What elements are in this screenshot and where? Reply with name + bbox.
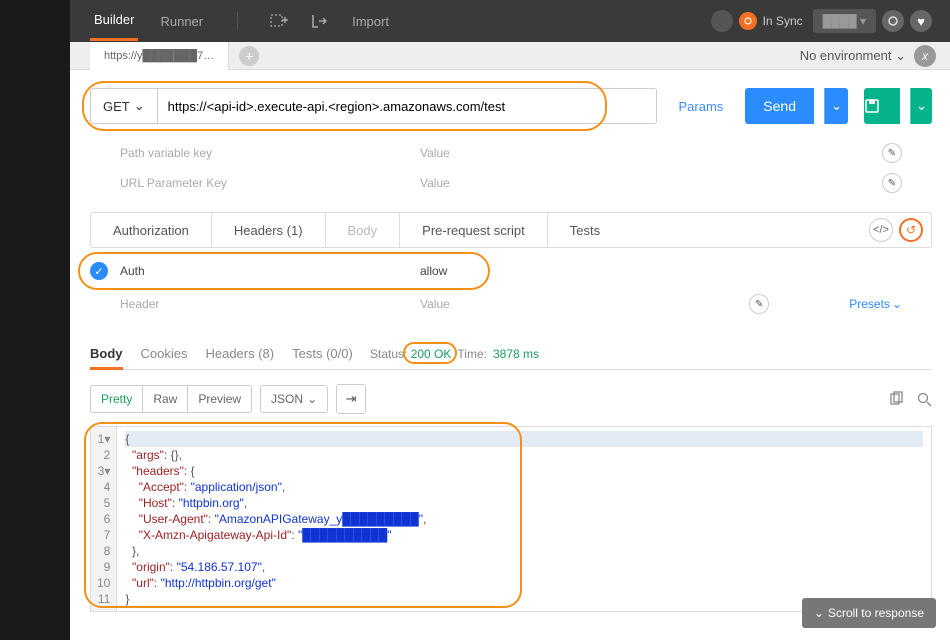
tab-prerequest[interactable]: Pre-request script <box>400 213 548 247</box>
chevron-down-icon: ⌄ <box>134 98 145 114</box>
new-collection-icon[interactable] <box>268 10 290 32</box>
code-icon[interactable]: </> <box>869 218 893 242</box>
edit-icon[interactable]: ✎ <box>749 294 769 314</box>
sync-icon <box>711 10 733 32</box>
http-method-selector[interactable]: GET⌄ <box>91 89 158 123</box>
user-menu[interactable]: ████ ▾ <box>813 9 876 33</box>
import-label[interactable]: Import <box>348 3 393 40</box>
env-vars-icon[interactable]: x <box>914 45 936 67</box>
status-label: Status: <box>370 347 407 361</box>
url-param-value-input[interactable]: Value <box>420 176 882 190</box>
header-value-input[interactable]: Value <box>420 297 749 311</box>
search-icon[interactable] <box>916 391 932 407</box>
format-selector[interactable]: JSON⌄ <box>260 385 328 413</box>
tab-tests[interactable]: Tests <box>548 213 622 247</box>
status-value: 200 OK <box>411 347 452 361</box>
url-param-key-input[interactable]: URL Parameter Key <box>120 176 420 190</box>
header-key-input[interactable]: Header <box>120 297 420 311</box>
response-tab-tests[interactable]: Tests (0/0) <box>292 346 353 361</box>
edit-icon[interactable]: ✎ <box>882 143 902 163</box>
runner-tab[interactable]: Runner <box>156 3 207 40</box>
response-tab-headers[interactable]: Headers (8) <box>205 346 274 361</box>
builder-tab[interactable]: Builder <box>90 1 138 41</box>
view-pretty[interactable]: Pretty <box>91 386 143 412</box>
send-dropdown[interactable]: ⌄ <box>824 88 848 124</box>
params-button[interactable]: Params <box>667 99 736 114</box>
time-label: Time: <box>457 347 487 361</box>
save-button[interactable] <box>864 88 900 124</box>
environment-selector[interactable]: No environment ⌄ <box>800 48 906 64</box>
response-body[interactable]: 1▾2 3▾4 5 6 7 8 9 10 11 { "args": {}, "h… <box>90 426 932 612</box>
tab-body[interactable]: Body <box>326 213 401 247</box>
copy-icon[interactable] <box>888 391 904 407</box>
tab-authorization[interactable]: Authorization <box>91 213 212 247</box>
path-var-key-input[interactable]: Path variable key <box>120 146 420 160</box>
reset-icon[interactable]: ↺ <box>899 218 923 242</box>
scroll-to-response-button[interactable]: ⌄Scroll to response <box>802 598 936 628</box>
chevron-down-icon: ⌄ <box>892 297 902 311</box>
heart-icon[interactable]: ♥ <box>910 10 932 32</box>
time-value: 3878 ms <box>493 347 539 361</box>
path-var-value-input[interactable]: Value <box>420 146 882 160</box>
wrap-lines-icon[interactable]: ⇥ <box>336 384 366 414</box>
header-key[interactable]: Auth <box>120 264 420 278</box>
view-preview[interactable]: Preview <box>188 386 251 412</box>
edit-icon[interactable]: ✎ <box>882 173 902 193</box>
tab-headers[interactable]: Headers (1) <box>212 213 326 247</box>
divider <box>237 12 238 30</box>
chevron-down-icon: ⌄ <box>307 392 317 406</box>
presets-button[interactable]: Presets⌄ <box>849 297 902 311</box>
chevron-down-icon: ⌄ <box>895 48 906 63</box>
sync-status: In Sync <box>705 10 803 32</box>
response-tab-body[interactable]: Body <box>90 346 123 370</box>
new-tab-button[interactable]: + <box>239 46 259 66</box>
settings-icon[interactable] <box>882 10 904 32</box>
header-value[interactable]: allow <box>420 264 447 278</box>
response-tab-cookies[interactable]: Cookies <box>141 346 188 361</box>
import-icon[interactable] <box>308 10 330 32</box>
url-input[interactable] <box>158 89 656 123</box>
request-tab[interactable]: https://y███████7… <box>90 42 229 70</box>
sync-dot-icon <box>739 12 757 30</box>
save-dropdown[interactable]: ⌄ <box>910 88 932 124</box>
check-icon[interactable]: ✓ <box>90 262 108 280</box>
chevron-down-icon: ⌄ <box>814 606 824 620</box>
send-button[interactable]: Send <box>745 88 814 124</box>
view-raw[interactable]: Raw <box>143 386 188 412</box>
